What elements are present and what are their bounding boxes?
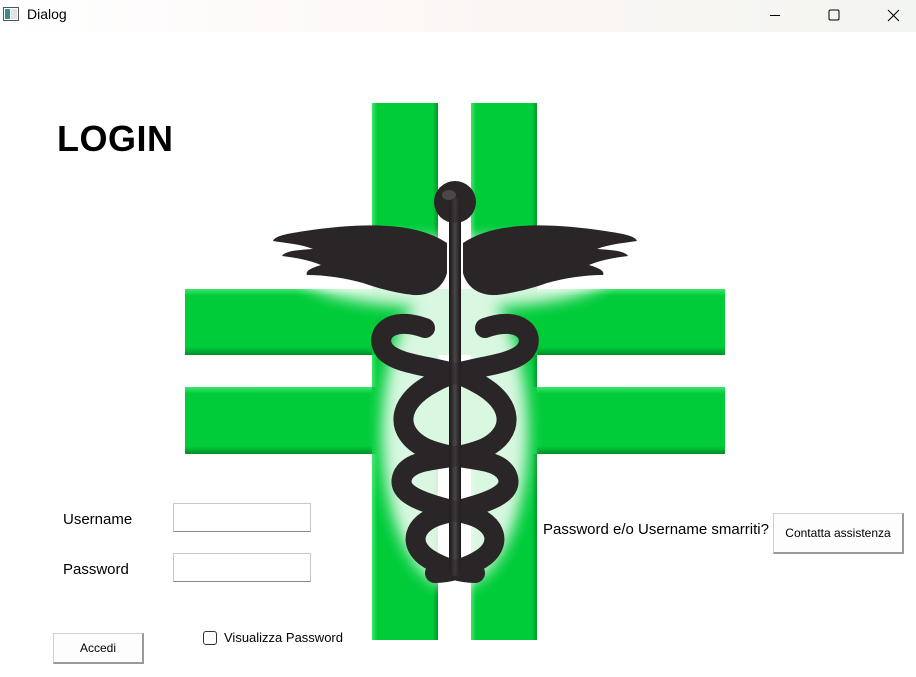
minimize-button[interactable] <box>752 0 798 30</box>
close-icon <box>887 9 899 21</box>
show-password-checkbox[interactable]: Visualizza Password <box>203 630 343 645</box>
minimize-icon <box>770 15 780 16</box>
password-input[interactable] <box>173 553 311 582</box>
show-password-label: Visualizza Password <box>224 630 343 645</box>
title-bar[interactable]: Dialog <box>0 0 916 32</box>
checkbox-icon[interactable] <box>203 630 217 645</box>
password-label: Password <box>63 561 129 578</box>
close-button[interactable] <box>870 0 916 30</box>
page-title: LOGIN <box>57 118 174 159</box>
window-title: Dialog <box>27 6 67 22</box>
username-label: Username <box>63 511 133 528</box>
contact-support-button[interactable]: Contatta assistenza <box>773 513 904 554</box>
dialog-window: Dialog LOGIN Username Password Accedi Vi… <box>0 0 916 677</box>
maximize-icon <box>828 9 840 21</box>
forgot-credentials-text: Password e/o Username smarriti? <box>543 521 769 538</box>
maximize-button[interactable] <box>811 0 857 30</box>
username-input[interactable] <box>173 503 311 532</box>
login-button[interactable]: Accedi <box>53 633 144 664</box>
app-icon <box>3 7 19 21</box>
